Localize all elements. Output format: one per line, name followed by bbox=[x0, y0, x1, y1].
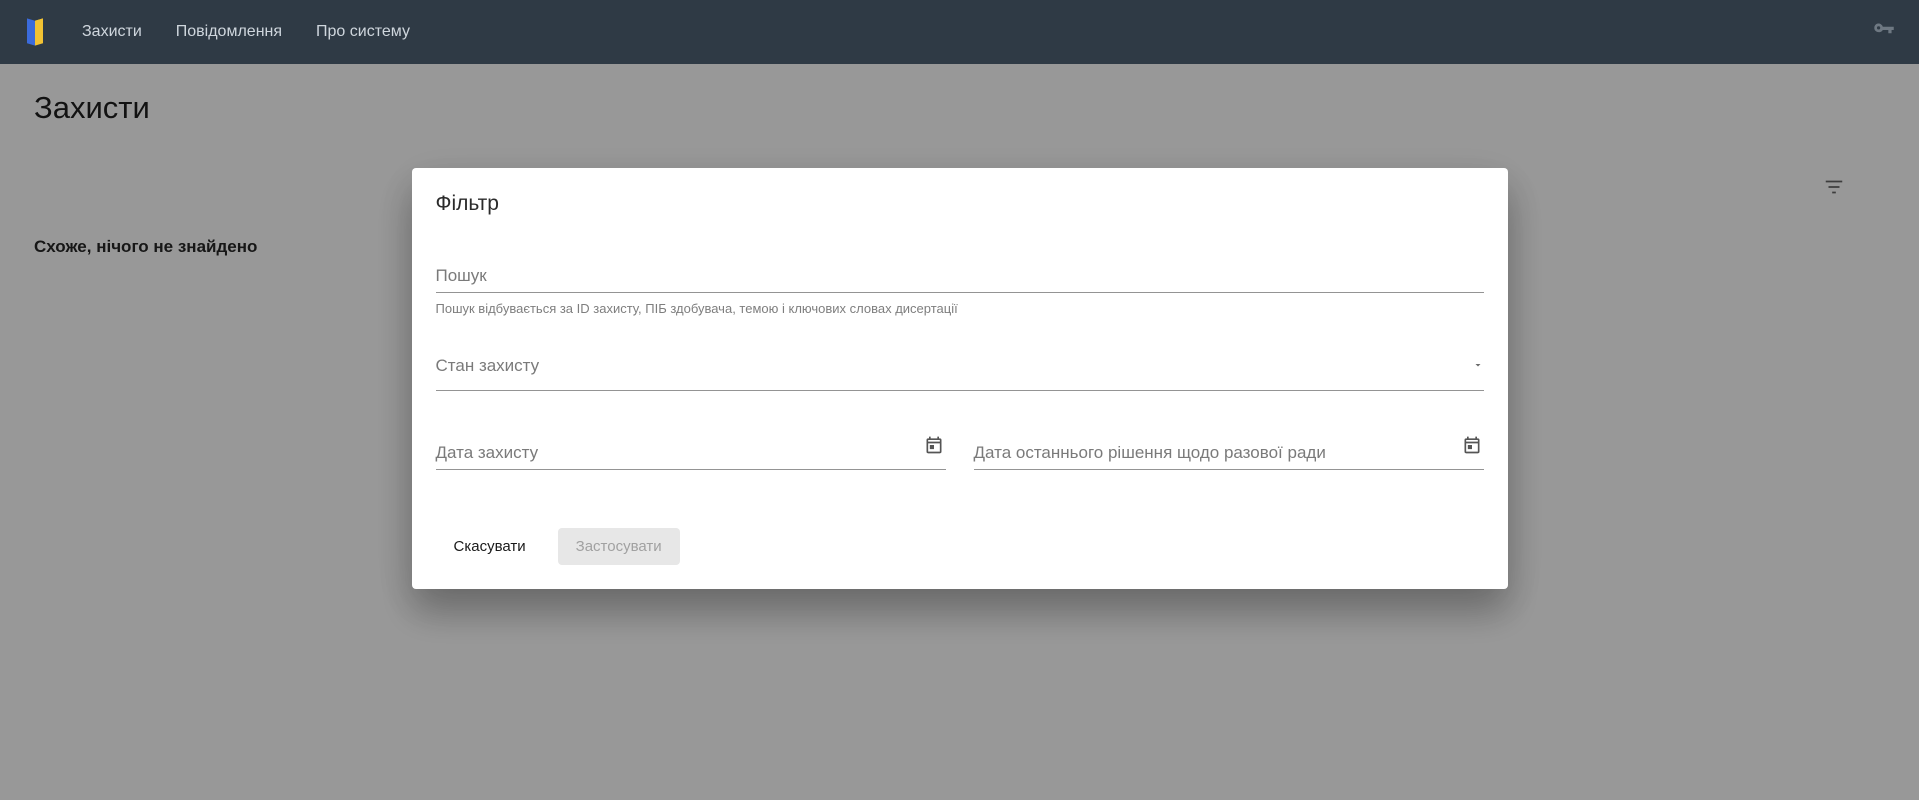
app-logo bbox=[22, 12, 48, 52]
nav-link-notifications[interactable]: Повідомлення bbox=[176, 23, 282, 41]
search-field bbox=[436, 262, 1484, 293]
filter-dialog: Фільтр Пошук відбувається за ID захисту,… bbox=[412, 168, 1508, 589]
dialog-actions: Скасувати Застосувати bbox=[436, 528, 1484, 565]
divider bbox=[436, 469, 946, 470]
key-icon[interactable] bbox=[1871, 17, 1897, 48]
nav-link-about[interactable]: Про систему bbox=[316, 23, 410, 41]
divider bbox=[436, 390, 1484, 391]
decision-date-label: Дата останнього рішення щодо разової рад… bbox=[974, 443, 1484, 469]
top-nav: Захисти Повідомлення Про систему bbox=[0, 0, 1919, 64]
apply-button: Застосувати bbox=[558, 528, 680, 565]
nav-links: Захисти Повідомлення Про систему bbox=[82, 23, 410, 41]
search-input[interactable] bbox=[436, 262, 1484, 292]
defense-date-field[interactable]: Дата захисту bbox=[436, 443, 946, 470]
divider bbox=[974, 469, 1484, 470]
search-hint: Пошук відбувається за ID захисту, ПІБ зд… bbox=[436, 301, 1484, 316]
status-select[interactable]: Стан захисту bbox=[436, 352, 1484, 382]
divider bbox=[436, 292, 1484, 293]
calendar-icon bbox=[924, 435, 944, 460]
decision-date-field[interactable]: Дата останнього рішення щодо разової рад… bbox=[974, 443, 1484, 470]
chevron-down-icon bbox=[1472, 358, 1484, 376]
status-select-label: Стан захисту bbox=[436, 352, 1464, 382]
defense-date-label: Дата захисту bbox=[436, 443, 946, 469]
calendar-icon bbox=[1462, 435, 1482, 460]
nav-link-defenses[interactable]: Захисти bbox=[82, 23, 142, 41]
dialog-title: Фільтр bbox=[436, 192, 1484, 216]
cancel-button[interactable]: Скасувати bbox=[436, 528, 544, 565]
